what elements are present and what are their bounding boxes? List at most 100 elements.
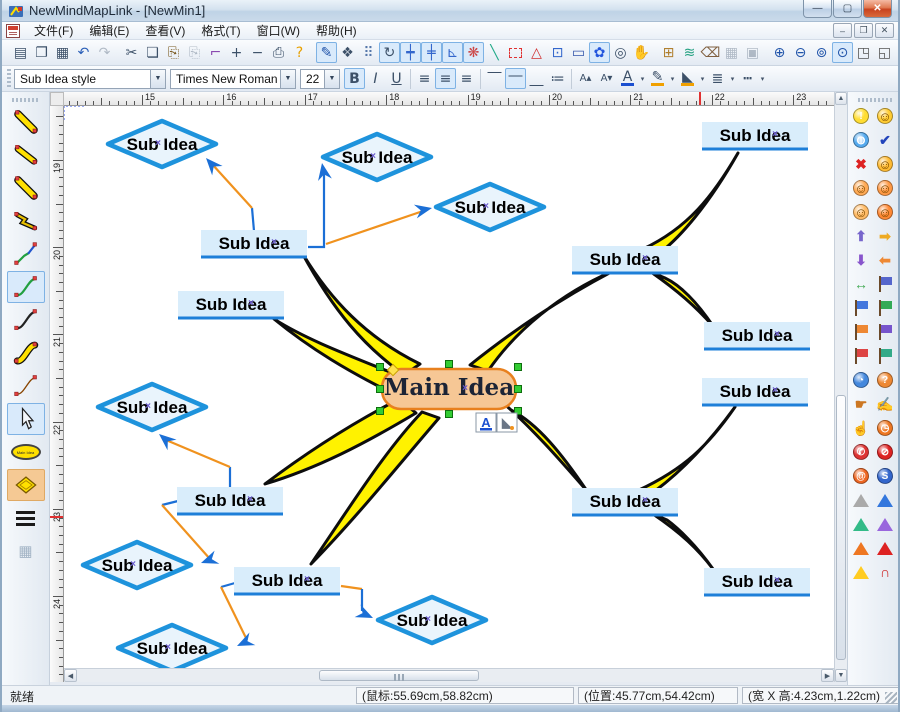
line-style-button[interactable]: ┅: [737, 68, 758, 89]
snap-tool-button[interactable]: ❋: [463, 42, 484, 63]
copy-button[interactable]: ❏: [142, 42, 163, 63]
scroll-down-arrow[interactable]: ▼: [835, 669, 847, 682]
branch-style-curve-yellow[interactable]: [7, 337, 45, 369]
blush-face-icon[interactable]: ☺: [851, 178, 871, 198]
clock-ball-icon[interactable]: ◷: [875, 418, 895, 438]
layers-button[interactable]: ≋: [679, 42, 700, 63]
sub-idea-shape-button[interactable]: [7, 469, 45, 501]
arrow-leftright-icon[interactable]: ↔: [851, 274, 871, 294]
no-entry-icon[interactable]: ⊘: [875, 442, 895, 462]
font-combobox[interactable]: Times New Roman ▼: [170, 69, 296, 89]
select-region-tool-button[interactable]: [505, 42, 526, 63]
magnet-icon[interactable]: ∩: [875, 562, 895, 582]
triangle-teal-icon[interactable]: [851, 514, 871, 534]
mindmap-node-rect[interactable]: Sub Idea×: [704, 568, 810, 595]
selection-handle[interactable]: [446, 361, 453, 368]
pointer-tool[interactable]: [7, 403, 45, 435]
fence-tool-button[interactable]: ╪: [421, 42, 442, 63]
font-size-combobox[interactable]: 22 ▼: [300, 69, 340, 89]
branch-curve[interactable]: [301, 251, 420, 375]
mindmap-node-diamond[interactable]: Sub Idea×: [378, 597, 486, 643]
align-right-button[interactable]: ≡: [456, 68, 477, 89]
mindmap-node-diamond[interactable]: Sub Idea×: [436, 184, 544, 230]
chevron-down-icon[interactable]: ▾: [728, 68, 737, 89]
scroll-right-arrow[interactable]: ▶: [821, 669, 834, 682]
panel-grip[interactable]: [12, 98, 39, 102]
pointing-hand-icon[interactable]: ☛: [851, 394, 871, 414]
flag-green-icon[interactable]: [875, 298, 895, 318]
check-mark-icon[interactable]: ✔: [875, 130, 895, 150]
zoom-page-button[interactable]: ⊚: [811, 42, 832, 63]
font-color-button[interactable]: A: [617, 68, 638, 89]
maximize-button[interactable]: ▢: [833, 0, 862, 18]
selection-handle[interactable]: [515, 364, 522, 371]
pie-ball-icon[interactable]: ◔: [851, 370, 871, 390]
arrow-left-icon[interactable]: ⬅: [875, 250, 895, 270]
scream-face-icon[interactable]: ☺: [875, 202, 895, 222]
branch-style-thick-arrow[interactable]: [7, 106, 45, 138]
branch-style-arrow[interactable]: [7, 139, 45, 171]
mdi-restore-button[interactable]: ❐: [854, 23, 873, 38]
mindmap-node-diamond[interactable]: Sub Idea×: [118, 625, 226, 668]
bulb-icon[interactable]: !: [851, 106, 871, 126]
branch-style-curve-black[interactable]: [7, 304, 45, 336]
vertical-scrollbar[interactable]: ▲ ▼: [834, 92, 847, 682]
cry-face-icon[interactable]: ☺: [851, 202, 871, 222]
question-ball-icon[interactable]: ?: [875, 370, 895, 390]
fit-page-button[interactable]: ◱: [874, 42, 895, 63]
remove-node-button[interactable]: −: [247, 42, 268, 63]
font-decrease-button[interactable]: A▾: [596, 68, 617, 89]
line-style-button[interactable]: [7, 502, 45, 534]
triangle-red-icon[interactable]: [875, 538, 895, 558]
connector-line[interactable]: [252, 208, 254, 231]
mindmap-node-rect[interactable]: Sub Idea×: [177, 487, 283, 514]
fill-color-button[interactable]: ◣: [497, 413, 517, 432]
wink-face-icon[interactable]: ☺: [875, 106, 895, 126]
grid-toggle-button[interactable]: ⠿: [358, 42, 379, 63]
mindmap-node-diamond[interactable]: Sub Idea×: [98, 384, 206, 430]
frame-tool-button[interactable]: ▭: [568, 42, 589, 63]
selection-handle[interactable]: [377, 408, 384, 415]
arrow-down-icon[interactable]: ⬇: [851, 250, 871, 270]
branch-curve[interactable]: [639, 407, 735, 491]
triangle-yellow-icon[interactable]: [851, 562, 871, 582]
menu-file[interactable]: 文件(F): [26, 22, 81, 39]
properties-button[interactable]: ⊞: [658, 42, 679, 63]
menu-format[interactable]: 格式(T): [193, 22, 248, 39]
mindmap-node-rect[interactable]: Sub Idea×: [704, 322, 810, 349]
selection-handle[interactable]: [377, 364, 384, 371]
object-select-tool-button[interactable]: ❖: [337, 42, 358, 63]
minimize-button[interactable]: —: [803, 0, 832, 18]
dollar-ball-icon[interactable]: S: [875, 466, 895, 486]
sad-face-icon[interactable]: ☺: [875, 178, 895, 198]
mdi-minimize-button[interactable]: –: [833, 23, 852, 38]
fit-selection-button[interactable]: ◳: [853, 42, 874, 63]
help-button[interactable]: ?: [289, 42, 310, 63]
mindmap-node-rect[interactable]: Sub Idea×: [178, 291, 284, 318]
pan-tool-button[interactable]: ✋: [631, 42, 652, 63]
tsquare-tool-button[interactable]: ⊾: [442, 42, 463, 63]
connector-line[interactable]: [162, 501, 178, 505]
mindmap-node-rect[interactable]: Sub Idea×: [201, 230, 307, 257]
branch-curve[interactable]: [651, 272, 713, 326]
connector-line[interactable]: [166, 440, 230, 467]
zoom-lens-tool-button[interactable]: ◎: [610, 42, 631, 63]
branch-style-segment[interactable]: [7, 238, 45, 270]
writing-hand-icon[interactable]: ✍: [875, 394, 895, 414]
eraser-button[interactable]: ⌫: [700, 42, 721, 63]
toolbar-grip[interactable]: [7, 69, 11, 89]
mindmap-node-rect[interactable]: Sub Idea×: [702, 378, 808, 405]
phone-ball-icon[interactable]: ✆: [851, 442, 871, 462]
highlighter-button[interactable]: ✎: [647, 68, 668, 89]
underline-button[interactable]: U: [386, 68, 407, 89]
triangle-orange-icon[interactable]: [851, 538, 871, 558]
panel-grip[interactable]: [858, 98, 892, 102]
add-node-button[interactable]: +: [226, 42, 247, 63]
arrow-up-icon[interactable]: ⬆: [851, 226, 871, 246]
swirl-ball-icon[interactable]: @: [851, 466, 871, 486]
menu-window[interactable]: 窗口(W): [249, 22, 308, 39]
triangle-blue-icon[interactable]: [875, 490, 895, 510]
chevron-down-icon[interactable]: ▼: [324, 70, 339, 88]
connector-line[interactable]: [221, 583, 235, 587]
delete-x-icon[interactable]: ✖: [851, 154, 871, 174]
